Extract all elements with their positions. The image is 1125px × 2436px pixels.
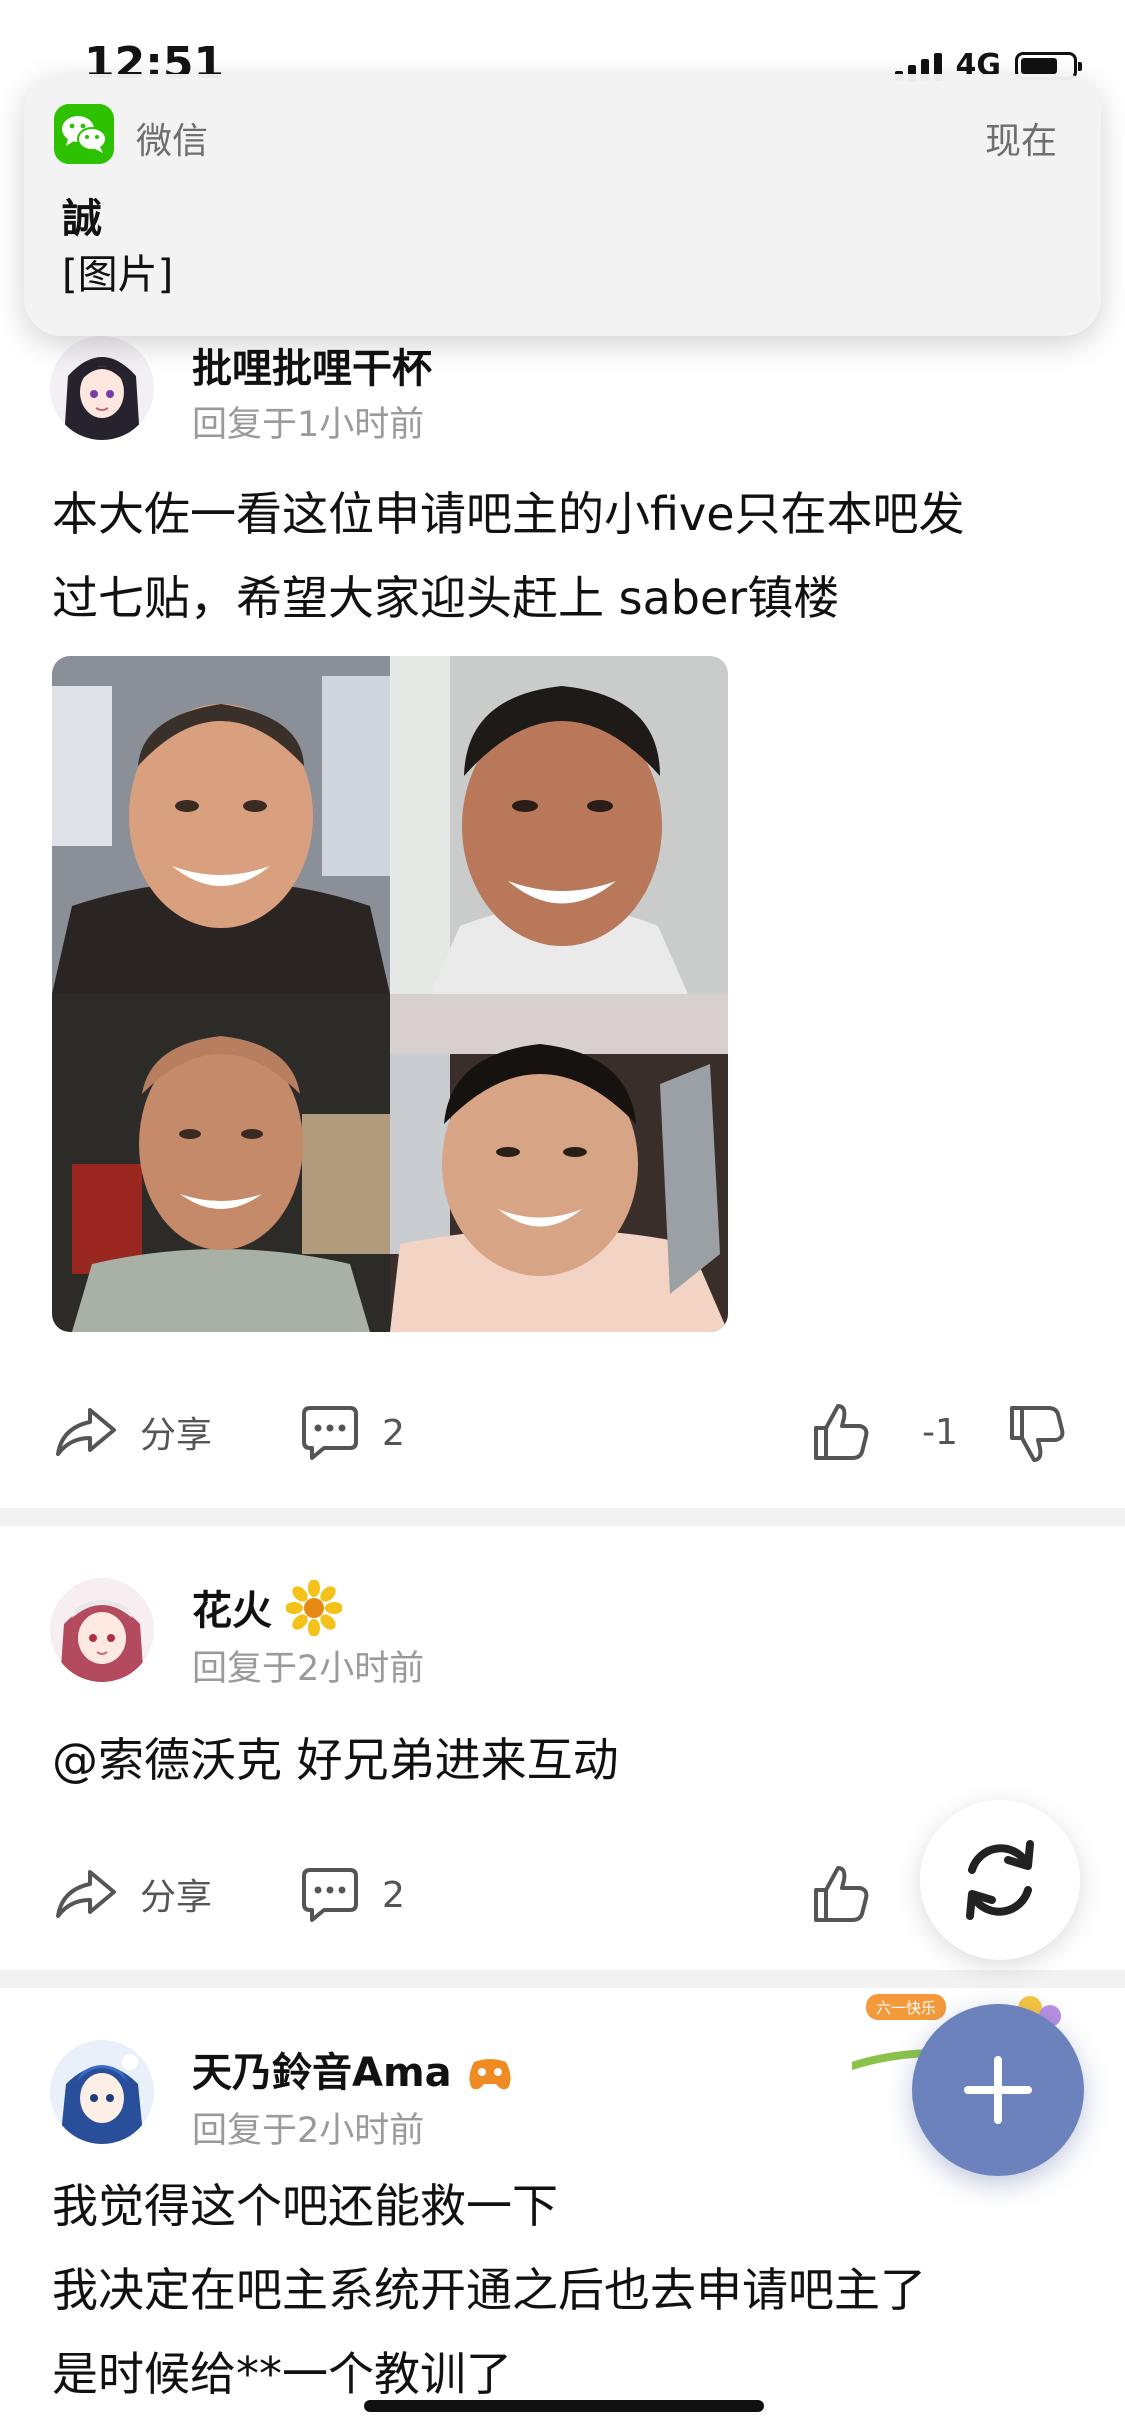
thumbs-up-icon <box>814 1866 869 1922</box>
username-text: 花火 <box>192 1588 272 1634</box>
notification-app-name: 微信 <box>136 121 209 162</box>
avatar[interactable] <box>50 1578 154 1682</box>
avatar[interactable] <box>50 336 154 440</box>
share-label: 分享 <box>140 1415 213 1456</box>
photo[interactable] <box>390 994 728 1332</box>
like-button[interactable] <box>812 1400 870 1462</box>
share-icon <box>56 1408 116 1456</box>
thumbs-up-icon <box>814 1404 869 1460</box>
reply-time: 回复于1小时前 <box>192 405 425 445</box>
comment-icon <box>302 1406 358 1460</box>
username[interactable]: 花火 <box>192 1578 343 1637</box>
username-text: 天乃鈴音Ama <box>192 2050 452 2096</box>
wechat-icon <box>54 104 114 164</box>
notification-body: [图片] <box>62 252 174 298</box>
post-content: 我觉得这个吧还能救一下 我决定在吧主系统开通之后也去申请吧主了 是时候给**一个… <box>52 2164 1085 2416</box>
plus-icon <box>964 2056 1032 2124</box>
username[interactable]: 天乃鈴音Ama <box>192 2040 514 2098</box>
username[interactable]: 批哩批哩干杯 <box>192 336 432 394</box>
refresh-icon <box>966 1840 1034 1920</box>
comment-icon <box>302 1868 358 1922</box>
content-line: 过七贴，希望大家迎头赶上 saber镇楼 <box>52 571 840 625</box>
share-icon <box>56 1870 116 1918</box>
reply-time: 回复于2小时前 <box>192 2111 425 2151</box>
comment-button[interactable]: 2 <box>300 1404 405 1462</box>
photo[interactable] <box>390 656 728 994</box>
dislike-button[interactable] <box>1008 1404 1066 1466</box>
vote-count: -1 <box>922 1412 958 1453</box>
thumbs-down-icon <box>1010 1406 1065 1462</box>
refresh-button[interactable] <box>920 1800 1080 1960</box>
notification-banner[interactable]: 微信 现在 誠 [图片] <box>24 74 1101 336</box>
sunflower-icon <box>284 1579 343 1637</box>
comment-count: 2 <box>382 1412 405 1454</box>
comment-button[interactable]: 2 <box>300 1866 405 1924</box>
post-content: 本大佐一看这位申请吧主的小five只在本吧发 过七贴，希望大家迎头赶上 sabe… <box>52 472 1085 640</box>
comment-count: 2 <box>382 1874 405 1916</box>
share-button[interactable]: 分享 <box>54 1866 212 1922</box>
share-button[interactable]: 分享 <box>54 1404 212 1460</box>
home-indicator[interactable] <box>364 2400 764 2412</box>
content-line: @索德沃克 好兄弟进来互动 <box>52 1733 619 1787</box>
post-separator <box>0 1508 1125 1526</box>
content-line: 我觉得这个吧还能救一下 <box>52 2179 558 2233</box>
game-badge-icon <box>469 2059 511 2090</box>
avatar[interactable] <box>50 2040 154 2144</box>
add-post-button[interactable] <box>912 2004 1084 2176</box>
notification-time: 现在 <box>984 121 1057 162</box>
photo[interactable] <box>52 994 390 1332</box>
content-line: 本大佐一看这位申请吧主的小five只在本吧发 <box>52 487 965 541</box>
photo[interactable] <box>52 656 390 994</box>
content-line: 我决定在吧主系统开通之后也去申请吧主了 <box>52 2263 926 2317</box>
image-grid[interactable] <box>52 656 728 1332</box>
share-label: 分享 <box>140 1877 213 1918</box>
reply-time: 回复于2小时前 <box>192 1649 425 1689</box>
like-button[interactable] <box>812 1862 870 1924</box>
post-content: @索德沃克 好兄弟进来互动 <box>52 1718 1085 1802</box>
notification-title: 誠 <box>62 196 102 242</box>
